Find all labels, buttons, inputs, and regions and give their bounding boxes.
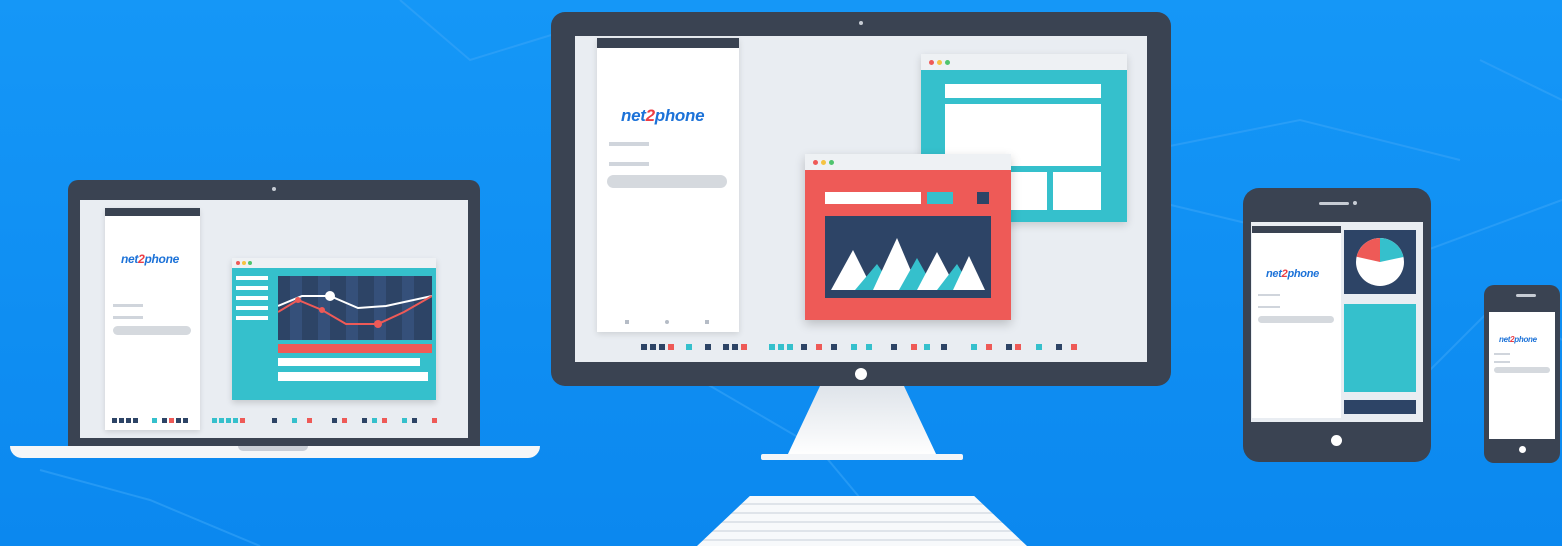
camera-icon <box>272 187 276 191</box>
sidebar-menu <box>236 276 268 336</box>
tablet: net2phone <box>1243 188 1431 462</box>
home-button-icon <box>1519 446 1526 453</box>
square-icon <box>977 192 989 204</box>
username-field[interactable] <box>1258 294 1280 296</box>
password-field[interactable] <box>609 162 649 166</box>
net2phone-logo: net2phone <box>621 106 705 125</box>
camera-icon <box>1353 201 1357 205</box>
net2phone-logo: net2phone <box>121 252 179 266</box>
content-block <box>1344 304 1416 392</box>
phone: net2phone <box>1484 285 1560 463</box>
password-field[interactable] <box>1494 361 1510 363</box>
window-dots-icon <box>813 160 818 165</box>
speaker-icon <box>1516 294 1536 297</box>
dock <box>112 418 437 423</box>
nav-bar <box>625 320 711 324</box>
login-panel: net2phone <box>105 208 200 430</box>
password-field[interactable] <box>113 316 143 319</box>
monitor-stand <box>787 386 937 456</box>
search-button <box>927 192 953 204</box>
keyboard <box>697 496 1027 546</box>
net2phone-logo: net2phone <box>1499 335 1537 344</box>
phone-screen: net2phone <box>1489 307 1555 439</box>
status-bar <box>1489 307 1555 312</box>
content-row <box>278 358 420 366</box>
header-block <box>945 84 1101 98</box>
content-block <box>1344 400 1416 414</box>
chart-footer-bar <box>278 344 432 353</box>
laptop-notch <box>238 446 308 451</box>
status-bar <box>1252 226 1341 233</box>
tile-block <box>1053 172 1101 210</box>
desktop-monitor: net2phone <box>551 12 1173 546</box>
username-field[interactable] <box>1494 353 1510 355</box>
username-field[interactable] <box>609 142 649 146</box>
login-button[interactable] <box>113 326 191 335</box>
dock <box>641 344 1077 350</box>
pie-chart-icon <box>1344 230 1416 294</box>
status-bar <box>597 38 739 48</box>
window-titlebar <box>232 258 436 268</box>
window-titlebar <box>921 54 1127 70</box>
search-bar <box>825 192 921 204</box>
content-row <box>278 372 428 381</box>
hero-illustration: net2phone net2phone net2phone net2phone <box>0 0 1562 546</box>
line-chart-window <box>232 258 436 400</box>
login-panel: net2phone <box>597 38 739 332</box>
username-field[interactable] <box>113 304 143 307</box>
home-button-icon <box>1331 435 1342 446</box>
net2phone-logo: net2phone <box>1266 268 1319 280</box>
password-field[interactable] <box>1258 306 1280 308</box>
laptop: net2phone <box>10 178 540 462</box>
window-titlebar <box>805 154 1011 170</box>
login-button[interactable] <box>1494 367 1550 373</box>
mountain-chart-window <box>805 154 1011 320</box>
window-dots-icon <box>929 60 934 65</box>
status-bar <box>105 208 200 216</box>
window-dots-icon <box>236 261 240 265</box>
login-button[interactable] <box>607 175 727 188</box>
line-chart-icon <box>278 276 432 340</box>
camera-icon <box>859 21 863 25</box>
speaker-icon <box>1319 202 1349 205</box>
home-button-icon <box>855 368 867 380</box>
login-panel: net2phone <box>1252 226 1341 418</box>
monitor-stand-base <box>761 454 963 460</box>
mountain-chart-icon <box>825 216 991 298</box>
login-button[interactable] <box>1258 316 1334 323</box>
